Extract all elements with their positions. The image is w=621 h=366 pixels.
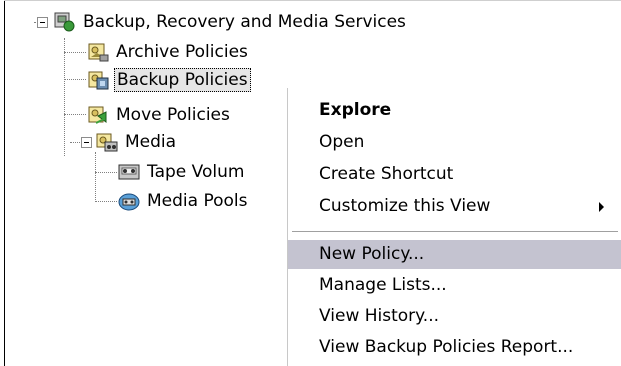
media-icon [95,131,119,153]
menu-item-label: Create Shortcut [319,164,454,184]
menu-item-label: View History... [319,306,440,326]
tree-node-label: Media Pools [147,191,248,211]
menu-item-label: View Backup Policies Report... [319,337,574,357]
menu-item-label: Manage Lists... [319,275,447,295]
menu-item-label: Customize this View [319,196,491,216]
menu-item-explore[interactable]: Explore [288,96,621,125]
menu-item-view-history[interactable]: View History... [288,302,621,331]
tree-node-media-pools[interactable]: Media Pools [117,189,250,213]
tree-node-label: Archive Policies [116,42,248,62]
tree-connector [64,79,86,80]
collapse-toggle[interactable] [37,17,48,28]
tree-node-label: Move Policies [116,105,230,125]
tree-connector [64,38,65,156]
tree-connector [64,52,86,53]
backup-services-icon [53,11,77,33]
menu-item-customize-view[interactable]: Customize this View [288,192,621,221]
tree-node-label: Tape Volum [147,162,245,182]
tree-node-label: Backup, Recovery and Media Services [83,12,406,32]
tree-connector [64,114,86,115]
collapse-toggle[interactable] [81,137,92,148]
move-policies-icon [86,104,110,126]
tree-connector [95,172,117,173]
media-pools-icon [117,190,141,212]
tree-node-media[interactable]: Media [95,130,178,154]
tree-node-label: Backup Policies [114,68,251,92]
tree-node-move-policies[interactable]: Move Policies [86,103,232,127]
menu-item-view-backup-policies-report[interactable]: View Backup Policies Report... [288,333,621,362]
menu-item-new-policy[interactable]: New Policy... [288,240,621,269]
backup-policies-icon [86,69,110,91]
tree-node-tape-volumes[interactable]: Tape Volum [117,160,246,184]
menu-item-manage-lists[interactable]: Manage Lists... [288,271,621,300]
menu-item-label: Explore [319,100,392,120]
tree-connector [95,152,96,202]
menu-item-create-shortcut[interactable]: Create Shortcut [288,160,621,189]
tree-node-backup-policies[interactable]: Backup Policies [86,68,251,92]
menu-separator [292,231,618,233]
archive-policies-icon [86,41,110,63]
context-menu: Explore Open Create Shortcut Customize t… [287,88,621,366]
menu-item-label: Open [319,132,365,152]
tree-node-label: Media [125,132,177,152]
submenu-arrow-icon [599,202,604,212]
tape-volume-icon [117,161,141,183]
tree-connector [95,201,117,202]
tree-node-backup-recovery-media-services[interactable]: Backup, Recovery and Media Services [53,10,408,34]
navigation-tree: Backup, Recovery and Media Services Arch… [0,0,406,366]
menu-item-open[interactable]: Open [288,128,621,157]
tree-node-archive-policies[interactable]: Archive Policies [86,40,250,64]
menu-item-label: New Policy... [319,244,425,264]
